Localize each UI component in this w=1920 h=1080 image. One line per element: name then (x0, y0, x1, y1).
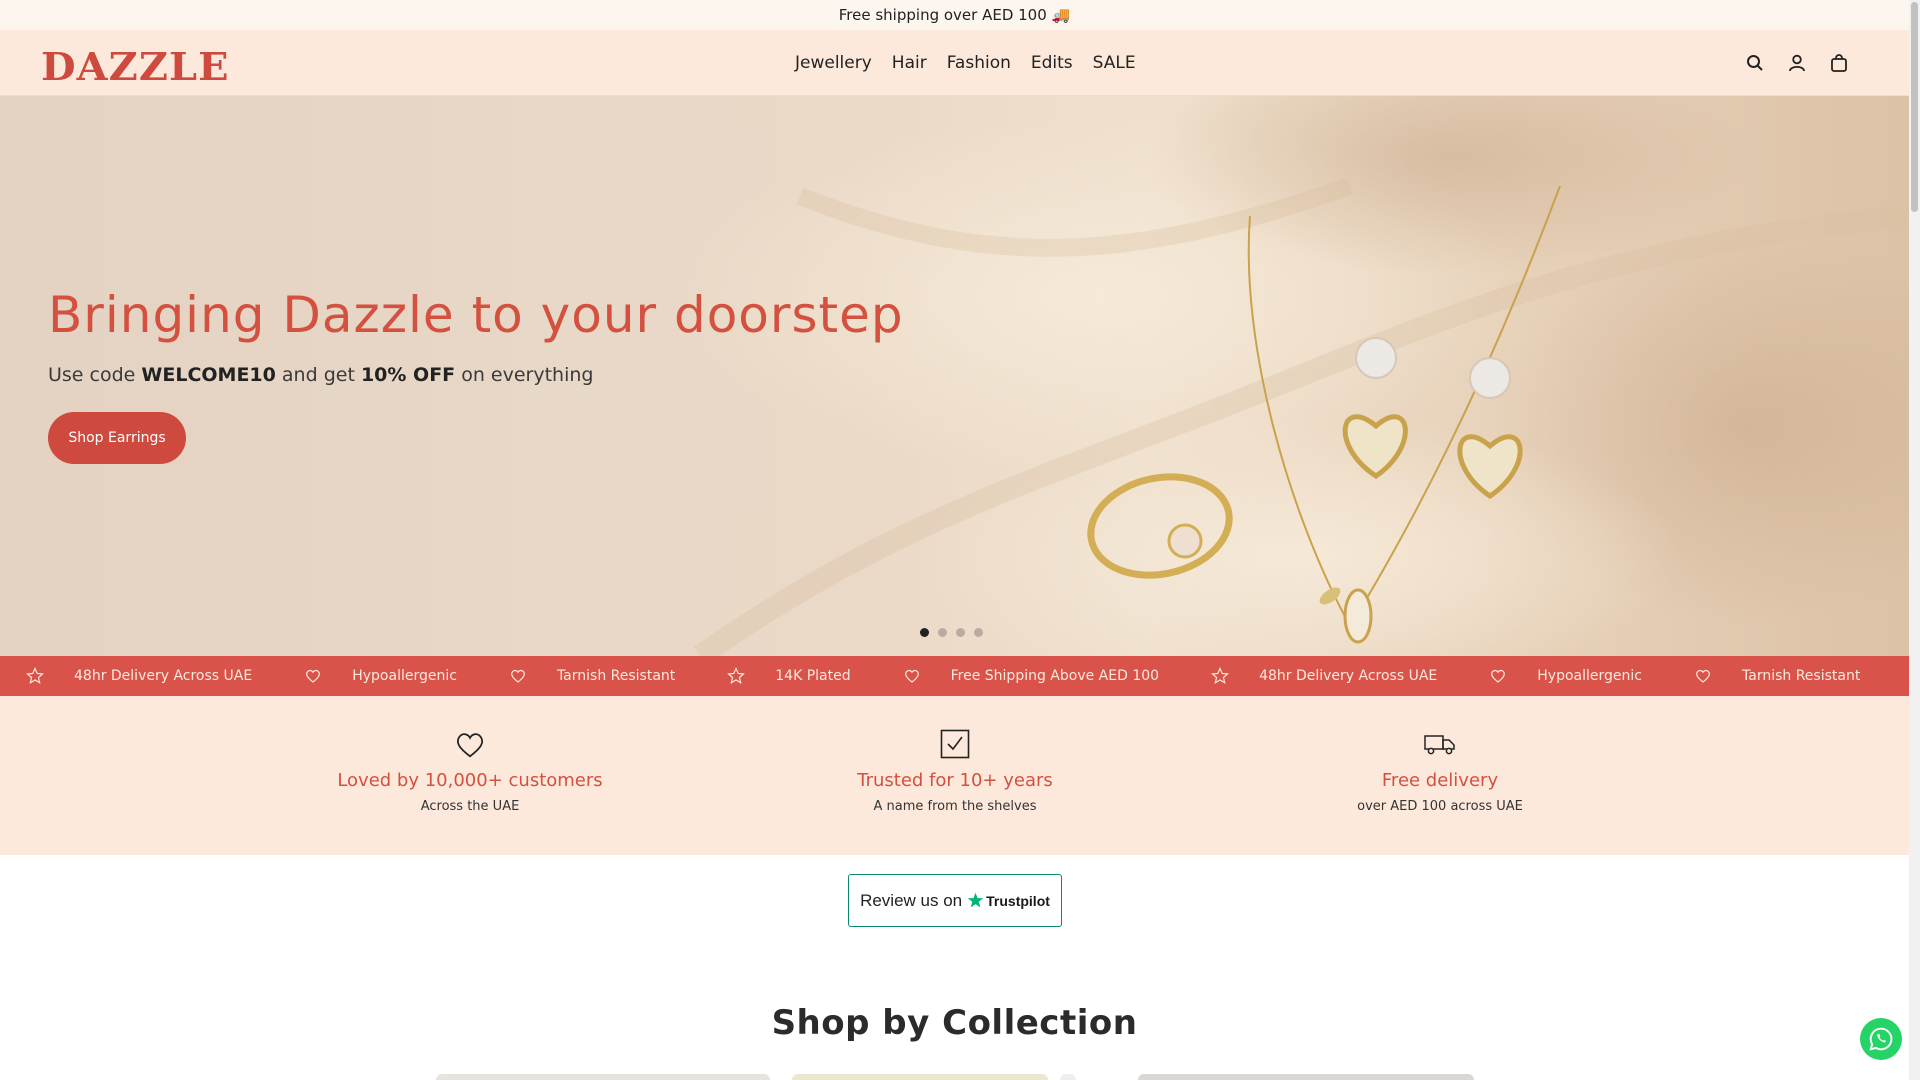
heart-icon (509, 667, 527, 685)
trustpilot-star-icon (967, 892, 984, 908)
scrollbar-thumb[interactable] (1911, 2, 1918, 212)
heart-icon (452, 726, 488, 762)
marquee-text: Tarnish Resistant (556, 668, 676, 684)
account-icon[interactable] (1787, 53, 1807, 73)
heart-icon (1489, 667, 1507, 685)
truck-icon (1422, 726, 1458, 762)
star-icon (1211, 667, 1230, 685)
hero-subtitle: Use code WELCOME10 and get 10% OFF on ev… (48, 364, 593, 386)
carousel-dot-4[interactable] (974, 628, 983, 637)
marquee-text: 48hr Delivery Across UAE (74, 668, 253, 684)
whatsapp-icon (1869, 1027, 1893, 1051)
logo[interactable]: DAZZLE (41, 44, 230, 89)
carousel-dot-3[interactable] (956, 628, 965, 637)
usp-marquee: 48hr Delivery Across UAE Hypoallergenic … (0, 656, 1909, 696)
collection-card[interactable] (436, 1074, 770, 1080)
carousel-dots (920, 628, 983, 637)
promo-code: WELCOME10 (141, 364, 276, 386)
feature-title: Trusted for 10+ years (857, 770, 1053, 791)
feature-subtitle: Across the UAE (420, 799, 520, 814)
marquee-text: Hypoallergenic (352, 668, 457, 684)
trustpilot-review-label: Review us on (860, 890, 963, 910)
marquee-text: Hypoallergenic (1537, 668, 1642, 684)
bag-icon[interactable] (1829, 53, 1849, 73)
trustpilot-brand: Trustpilot (986, 892, 1050, 909)
search-icon[interactable] (1745, 53, 1765, 73)
heart-icon (304, 667, 322, 685)
marquee-item: Tarnish Resistant (1668, 667, 1886, 685)
header-icons (1745, 30, 1849, 96)
checkbox-icon (937, 726, 973, 762)
whatsapp-chat-button[interactable] (1860, 1018, 1902, 1060)
discount-text: 10% OFF (360, 364, 456, 386)
hero-title: Bringing Dazzle to your doorstep (48, 286, 904, 344)
nav-item-hair[interactable]: Hair (892, 53, 927, 73)
site-header: DAZZLE Jewellery Hair Fashion Edits SALE (0, 30, 1909, 96)
collection-thumbnails (0, 1074, 1909, 1080)
marquee-item: Hypoallergenic (1463, 667, 1668, 685)
star-icon (727, 667, 746, 685)
marquee-text: Free Shipping Above AED 100 (950, 668, 1160, 684)
hero-sub-suffix: on everything (455, 364, 594, 386)
heart-icon (1694, 667, 1712, 685)
hero-sub-prefix: Use code (48, 364, 142, 386)
hero-banner: Bringing Dazzle to your doorstep Use cod… (0, 96, 1909, 656)
carousel-dot-1[interactable] (920, 628, 929, 637)
features-strip: Loved by 10,000+ customers Across the UA… (0, 696, 1909, 855)
nav-item-fashion[interactable]: Fashion (947, 53, 1011, 73)
marquee-text: Tarnish Resistant (1742, 668, 1861, 684)
collection-card[interactable] (1060, 1074, 1076, 1080)
collection-title: Shop by Collection (771, 1003, 1138, 1043)
trustpilot-logo: Trustpilot (967, 892, 1050, 909)
marquee-item: 48hr Delivery Across UAE (1185, 667, 1463, 685)
marquee-item: 48hr Delivery Across UAE (0, 667, 278, 685)
nav-item-jewellery[interactable]: Jewellery (795, 53, 872, 73)
marquee-text: 14K Plated (775, 668, 851, 684)
nav-item-sale[interactable]: SALE (1093, 53, 1136, 73)
marquee-item: Hypoallergenic (278, 667, 483, 685)
shop-earrings-button[interactable]: Shop Earrings (48, 412, 186, 464)
collection-card[interactable] (1138, 1074, 1474, 1080)
hero-sub-mid: and get (275, 364, 361, 386)
feature-trusted: Trusted for 10+ years A name from the sh… (755, 726, 1155, 814)
trustpilot-review-button[interactable]: Review us on Trustpilot (848, 874, 1062, 927)
collection-card[interactable] (792, 1074, 1048, 1080)
announcement-text: Free shipping over AED 100 🚚 (838, 6, 1071, 24)
feature-loved: Loved by 10,000+ customers Across the UA… (270, 726, 670, 814)
marquee-item: Free Shipping Above AED 100 (877, 667, 1185, 685)
main-nav: Jewellery Hair Fashion Edits SALE (795, 30, 1136, 96)
page-scrollbar[interactable] (1909, 0, 1920, 1080)
feature-title: Loved by 10,000+ customers (337, 770, 603, 791)
marquee-item: Tarnish Resistant (483, 667, 701, 685)
marquee-text: 48hr Delivery Across UAE (1259, 668, 1438, 684)
marquee-item (1886, 667, 1909, 685)
star-icon (26, 667, 44, 685)
carousel-dot-2[interactable] (938, 628, 947, 637)
feature-subtitle: A name from the shelves (873, 799, 1037, 814)
feature-subtitle: over AED 100 across UAE (1357, 799, 1523, 814)
feature-delivery: Free delivery over AED 100 across UAE (1240, 726, 1640, 814)
feature-title: Free delivery (1381, 770, 1499, 791)
marquee-item: 14K Plated (701, 667, 876, 685)
nav-item-edits[interactable]: Edits (1031, 53, 1073, 73)
heart-icon (903, 667, 921, 685)
announcement-bar: Free shipping over AED 100 🚚 (0, 0, 1909, 30)
